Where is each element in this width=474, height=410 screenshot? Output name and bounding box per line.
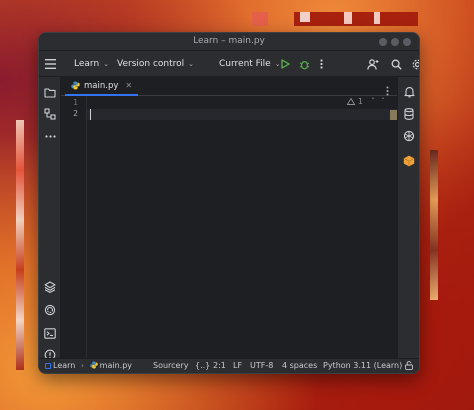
background-window-strip: [252, 12, 268, 26]
gear-icon: [412, 59, 419, 69]
vcs-label: Version control: [117, 59, 185, 69]
run-button[interactable]: [281, 51, 290, 77]
json-widget[interactable]: {..}: [195, 361, 210, 370]
main-toolbar: Learn ⌄ Version control ⌄ Current File ⌄: [39, 51, 419, 77]
project-name: Learn: [74, 59, 100, 69]
code-with-me-button[interactable]: [367, 51, 379, 77]
layers-tool-button[interactable]: [43, 280, 57, 294]
lock-open-icon: [405, 361, 413, 370]
dock-strip-right: [430, 150, 438, 300]
left-toolbar: [39, 77, 61, 373]
chevron-down-icon: ⌄: [274, 60, 281, 68]
inspection-widget[interactable]: 1 ˆ ˇ: [346, 97, 385, 106]
close-icon[interactable]: ✕: [125, 81, 132, 90]
maximize-button[interactable]: [391, 38, 399, 46]
chevron-down-icon: ⌄: [103, 60, 110, 68]
plugin-tool-button[interactable]: [402, 154, 416, 168]
project-square-icon: [45, 362, 51, 369]
ide-window: Learn – main.py Learn ⌄ Version control …: [38, 32, 420, 374]
run-icon: [281, 59, 290, 69]
structure-tool-button[interactable]: [43, 107, 57, 121]
dock-strip-left: [16, 120, 24, 370]
current-line-highlight: [87, 109, 397, 120]
main-menu-button[interactable]: [45, 51, 56, 77]
database-icon: [404, 108, 414, 120]
database-tool-button[interactable]: [402, 107, 416, 121]
caret-position[interactable]: 2:1: [213, 361, 226, 370]
more-vertical-icon: [386, 86, 389, 96]
status-bar: Learn › main.py Sourcery {..} 2:1 LF UTF…: [39, 358, 419, 373]
more-vertical-icon: [320, 59, 323, 69]
search-icon: [391, 59, 402, 70]
tab-main-py[interactable]: main.py ✕: [65, 77, 139, 96]
indent-settings[interactable]: 4 spaces: [282, 361, 317, 370]
inspection-count: 1: [357, 97, 363, 106]
bug-icon: [299, 60, 310, 69]
vcs-widget[interactable]: Version control ⌄: [117, 51, 194, 77]
terminal-icon: [44, 327, 56, 339]
plugin-cube-icon: [403, 155, 415, 167]
ai-assistant-tool-button[interactable]: [402, 129, 416, 143]
python-file-icon: [89, 361, 98, 369]
project-tool-button[interactable]: [43, 85, 57, 99]
line-separator[interactable]: LF: [233, 361, 242, 370]
python-packages-icon: [44, 304, 56, 316]
scrollbar-marker[interactable]: [390, 110, 397, 120]
more-actions-button[interactable]: [320, 51, 323, 77]
run-config-label: Current File: [219, 59, 271, 69]
chevron-down-icon: ⌄: [188, 60, 195, 68]
background-window-strip: [344, 12, 352, 24]
status-breadcrumb[interactable]: Learn › main.py: [45, 361, 132, 370]
python-interpreter[interactable]: Python 3.11 (Learn): [323, 361, 402, 370]
code-editor[interactable]: 1 2 1 ˆ ˇ: [61, 96, 397, 358]
more-tools-button[interactable]: [43, 129, 57, 143]
structure-icon: [44, 108, 56, 120]
more-icon: [44, 134, 56, 138]
layers-icon: [44, 281, 56, 293]
editor-tabs: main.py ✕: [61, 77, 397, 96]
notifications-icon: [403, 87, 415, 98]
line-number: 1: [73, 98, 78, 107]
chevron-right-icon: ›: [80, 361, 85, 370]
python-file-icon: [71, 81, 80, 90]
minimize-button[interactable]: [379, 38, 387, 46]
sourcery-widget[interactable]: Sourcery: [153, 361, 189, 370]
close-button[interactable]: [403, 38, 411, 46]
project-widget[interactable]: Learn ⌄: [74, 51, 109, 77]
user-add-icon: [367, 58, 379, 70]
settings-button[interactable]: [412, 51, 419, 77]
background-window-strip: [300, 12, 310, 22]
run-config-widget[interactable]: Current File ⌄: [219, 51, 281, 77]
background-window-strip: [294, 12, 418, 26]
search-button[interactable]: [391, 51, 402, 77]
breadcrumb-project: Learn: [53, 361, 76, 370]
warning-icon: [346, 98, 355, 105]
window-title: Learn – main.py: [193, 36, 265, 46]
background-window-strip: [374, 12, 380, 24]
ai-assistant-icon: [403, 130, 415, 142]
tab-label: main.py: [84, 80, 119, 91]
notifications-tool-button[interactable]: [402, 85, 416, 99]
chevron-down-icon[interactable]: ˇ: [381, 97, 385, 106]
file-encoding[interactable]: UTF-8: [250, 361, 273, 370]
right-toolbar: [397, 77, 419, 358]
line-number: 2: [73, 109, 78, 118]
python-packages-tool-button[interactable]: [43, 303, 57, 317]
terminal-tool-button[interactable]: [43, 326, 57, 340]
text-caret: [90, 109, 91, 120]
title-bar: Learn – main.py: [39, 33, 419, 51]
line-gutter: 1 2: [61, 96, 87, 358]
readonly-toggle[interactable]: [405, 361, 413, 372]
debug-button[interactable]: [299, 51, 310, 77]
folder-icon: [44, 87, 56, 98]
breadcrumb-file: main.py: [99, 361, 132, 370]
chevron-up-icon[interactable]: ˆ: [371, 97, 375, 106]
hamburger-icon: [45, 59, 56, 69]
